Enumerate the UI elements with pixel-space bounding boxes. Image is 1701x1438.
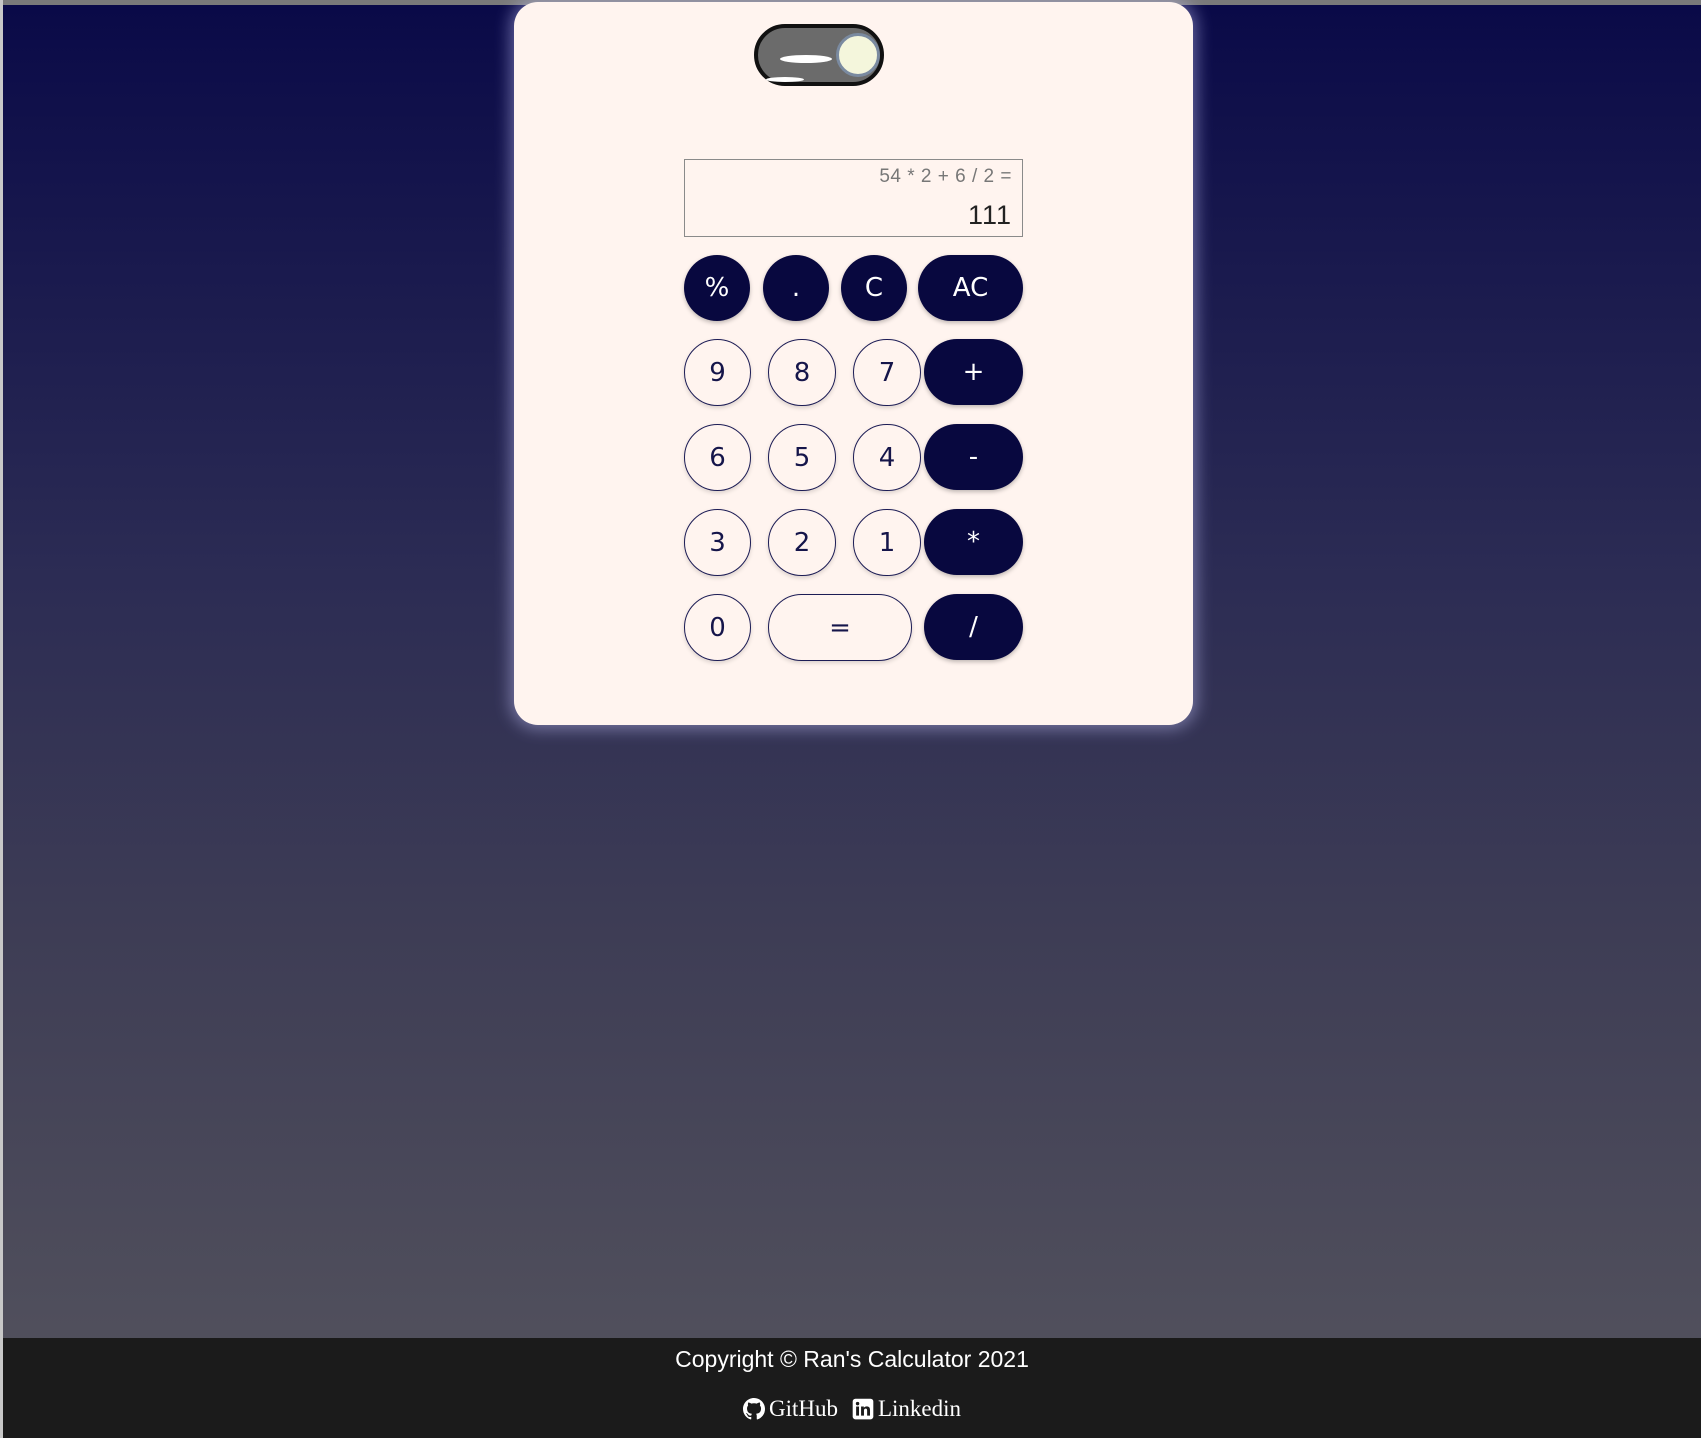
linkedin-label: Linkedin bbox=[877, 1396, 962, 1421]
divide-button[interactable]: / bbox=[924, 594, 1023, 660]
github-link[interactable]: GitHub bbox=[742, 1396, 838, 1422]
toggle-knob bbox=[836, 33, 880, 77]
footer: Copyright © Ran's Calculator 2021 GitHub… bbox=[3, 1338, 1701, 1438]
digit-8-button[interactable]: 8 bbox=[768, 339, 836, 406]
result-text: 111 bbox=[967, 200, 1012, 230]
multiply-button[interactable]: * bbox=[924, 509, 1023, 575]
clear-button[interactable]: C bbox=[841, 255, 907, 321]
add-button[interactable]: + bbox=[924, 339, 1023, 405]
subtract-button[interactable]: - bbox=[924, 424, 1023, 490]
digit-2-button[interactable]: 2 bbox=[768, 509, 836, 576]
digit-3-button[interactable]: 3 bbox=[684, 509, 751, 576]
expression-text: 54 * 2 + 6 / 2 = bbox=[879, 166, 1012, 187]
cloud-decoration bbox=[766, 77, 804, 82]
equals-button[interactable]: = bbox=[768, 594, 912, 661]
theme-toggle[interactable] bbox=[754, 24, 884, 86]
copyright-text: Copyright © Ran's Calculator 2021 bbox=[675, 1346, 1029, 1372]
linkedin-icon bbox=[852, 1398, 874, 1420]
digit-4-button[interactable]: 4 bbox=[853, 424, 921, 491]
github-icon bbox=[742, 1398, 765, 1420]
digit-5-button[interactable]: 5 bbox=[768, 424, 836, 491]
digit-6-button[interactable]: 6 bbox=[684, 424, 751, 491]
calculator-display: 54 * 2 + 6 / 2 = 111 bbox=[684, 159, 1023, 237]
digit-9-button[interactable]: 9 bbox=[684, 339, 751, 406]
footer-links: GitHub Linkedin bbox=[3, 1396, 1701, 1422]
decimal-button[interactable]: . bbox=[763, 255, 829, 321]
linkedin-link[interactable]: Linkedin bbox=[852, 1396, 961, 1422]
cloud-decoration bbox=[780, 55, 832, 63]
percent-button[interactable]: % bbox=[684, 255, 750, 321]
digit-1-button[interactable]: 1 bbox=[853, 509, 921, 576]
digit-0-button[interactable]: 0 bbox=[684, 594, 751, 661]
github-label: GitHub bbox=[768, 1396, 838, 1421]
digit-7-button[interactable]: 7 bbox=[853, 339, 921, 406]
all-clear-button[interactable]: AC bbox=[918, 255, 1023, 321]
